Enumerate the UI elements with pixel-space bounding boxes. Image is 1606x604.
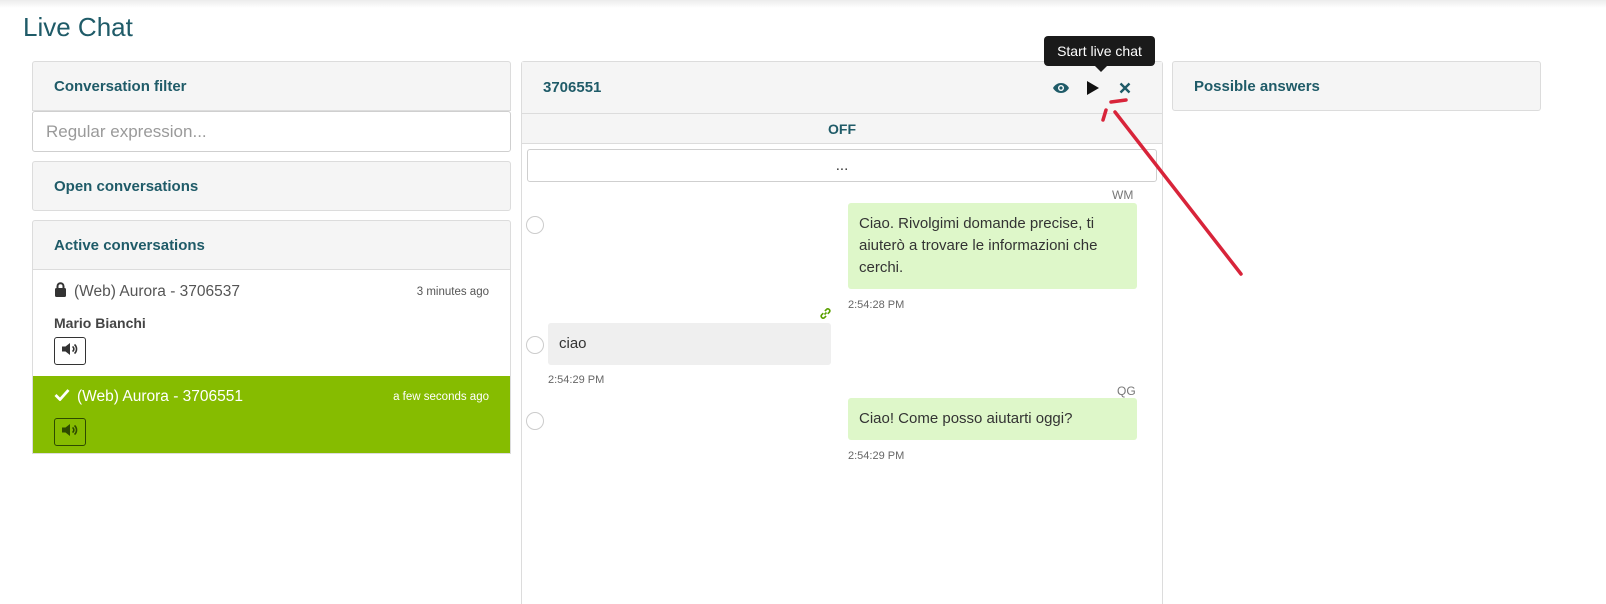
message-select-radio[interactable] [526,336,544,354]
start-live-chat-tooltip: Start live chat [1044,36,1155,66]
top-shadow [0,0,1606,8]
play-icon[interactable] [1083,78,1103,98]
conversation-time: a few seconds ago [393,391,489,403]
message-time: 2:54:29 PM [848,450,905,462]
open-conversations-header[interactable]: Open conversations [32,161,511,211]
message-time: 2:54:28 PM [848,299,905,311]
active-conversations-header[interactable]: Active conversations [32,220,511,270]
message-time: 2:54:29 PM [548,374,605,386]
conversation-name: (Web) Aurora - 3706537 [74,283,241,300]
close-icon[interactable] [1115,78,1135,98]
chat-id: 3706551 [543,79,602,96]
sound-toggle-button[interactable] [54,418,86,446]
right-column: Possible answers [1172,61,1541,111]
message-bubble-user: ciao [548,323,831,365]
conversation-name: (Web) Aurora - 3706551 [77,388,244,405]
possible-answers-header: Possible answers [1172,61,1541,111]
volume-icon [61,423,79,442]
active-conversations-list: (Web) Aurora - 3706537 3 minutes ago Mar… [32,270,511,454]
conversation-filter-header: Conversation filter [32,61,511,111]
sender-initials: QG [1117,384,1136,398]
chat-panel: 3706551 OFF ... WM Ciao. Rivolgimi doman… [521,61,1163,604]
left-column: Conversation filter Open conversations A… [32,61,511,454]
tooltip-arrow [1095,66,1107,72]
conversation-time: 3 minutes ago [416,286,489,298]
conversation-item[interactable]: (Web) Aurora - 3706537 3 minutes ago Mar… [33,270,510,376]
check-icon [54,388,70,406]
page-title: Live Chat [23,12,133,42]
sender-initials: WM [1112,188,1134,202]
conversation-user: Mario Bianchi [54,315,146,331]
eye-icon[interactable] [1051,78,1071,98]
lock-icon [54,282,67,302]
chat-header: 3706551 [522,62,1162,114]
chat-actions [1051,78,1135,98]
message-select-radio[interactable] [526,216,544,234]
message-select-radio[interactable] [526,412,544,430]
message-bubble-bot: Ciao. Rivolgimi domande precise, ti aiut… [848,203,1137,289]
conversation-item-selected[interactable]: (Web) Aurora - 3706551 a few seconds ago [33,376,510,453]
message-list: WM Ciao. Rivolgimi domande precise, ti a… [522,182,1162,582]
chat-status: OFF [522,114,1162,144]
load-more-button[interactable]: ... [527,149,1157,182]
volume-icon [61,342,79,361]
message-bubble-bot: Ciao! Come posso aiutarti oggi? [848,398,1137,440]
sound-toggle-button[interactable] [54,337,86,365]
regex-filter-input[interactable] [32,111,511,152]
